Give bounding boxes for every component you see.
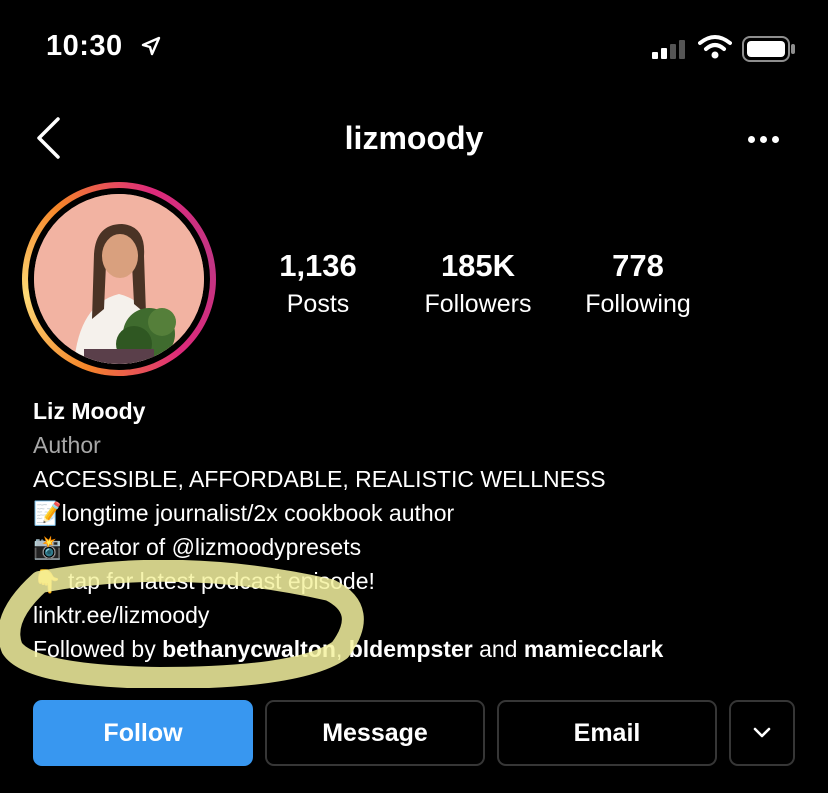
- bio-section: Liz Moody Author ACCESSIBLE, AFFORDABLE,…: [33, 394, 793, 666]
- camera-flash-emoji-icon: 📸: [33, 534, 62, 560]
- profile-category: Author: [33, 432, 101, 458]
- stat-following-count: 778: [612, 248, 664, 283]
- battery-icon: [742, 36, 795, 62]
- stat-followers-count: 185K: [440, 248, 516, 283]
- bio-line-2: 📝longtime journalist/2x cookbook author: [33, 500, 455, 526]
- avatar-story-ring[interactable]: [22, 182, 216, 376]
- followed-by-user[interactable]: bethanycwalton: [162, 636, 336, 662]
- followed-by-user[interactable]: bldempster: [349, 636, 473, 662]
- memo-emoji-icon: 📝: [33, 500, 62, 526]
- bio-line-1: ACCESSIBLE, AFFORDABLE, REALISTIC WELLNE…: [33, 466, 606, 492]
- follow-button[interactable]: Follow: [33, 700, 253, 766]
- stat-following-label: Following: [585, 290, 691, 318]
- location-arrow-icon: [141, 36, 161, 56]
- suggested-accounts-button[interactable]: [729, 700, 795, 766]
- bio-line-3: 📸 creator of @lizmoodypresets: [33, 534, 362, 560]
- message-button[interactable]: Message: [265, 700, 485, 766]
- profile-username: lizmoody: [344, 120, 484, 156]
- bio-link[interactable]: linktr.ee/lizmoody: [33, 598, 793, 632]
- stat-followers-label: Followers: [424, 290, 532, 318]
- followed-by: Followed by bethanycwalton, bldempster a…: [33, 636, 664, 662]
- cellular-signal-icon: [652, 40, 685, 59]
- wifi-icon: [698, 35, 732, 59]
- profile-full-name: Liz Moody: [33, 398, 146, 424]
- avatar: [34, 194, 204, 364]
- stat-following[interactable]: 778 Following: [558, 248, 718, 319]
- followed-by-user[interactable]: mamiecclark: [524, 636, 663, 662]
- stat-posts[interactable]: 1,136 Posts: [238, 248, 398, 319]
- chevron-down-icon: [753, 727, 771, 738]
- pointing-down-emoji-icon: 👇: [33, 568, 62, 594]
- status-time: 10:30: [46, 30, 123, 62]
- stat-posts-count: 1,136: [279, 248, 357, 283]
- bio-line-4: 👇 tap for latest podcast episode!: [33, 568, 375, 594]
- stat-posts-label: Posts: [286, 290, 350, 318]
- stat-followers[interactable]: 185K Followers: [398, 248, 558, 319]
- email-button[interactable]: Email: [497, 700, 717, 766]
- more-options-icon[interactable]: [748, 136, 779, 143]
